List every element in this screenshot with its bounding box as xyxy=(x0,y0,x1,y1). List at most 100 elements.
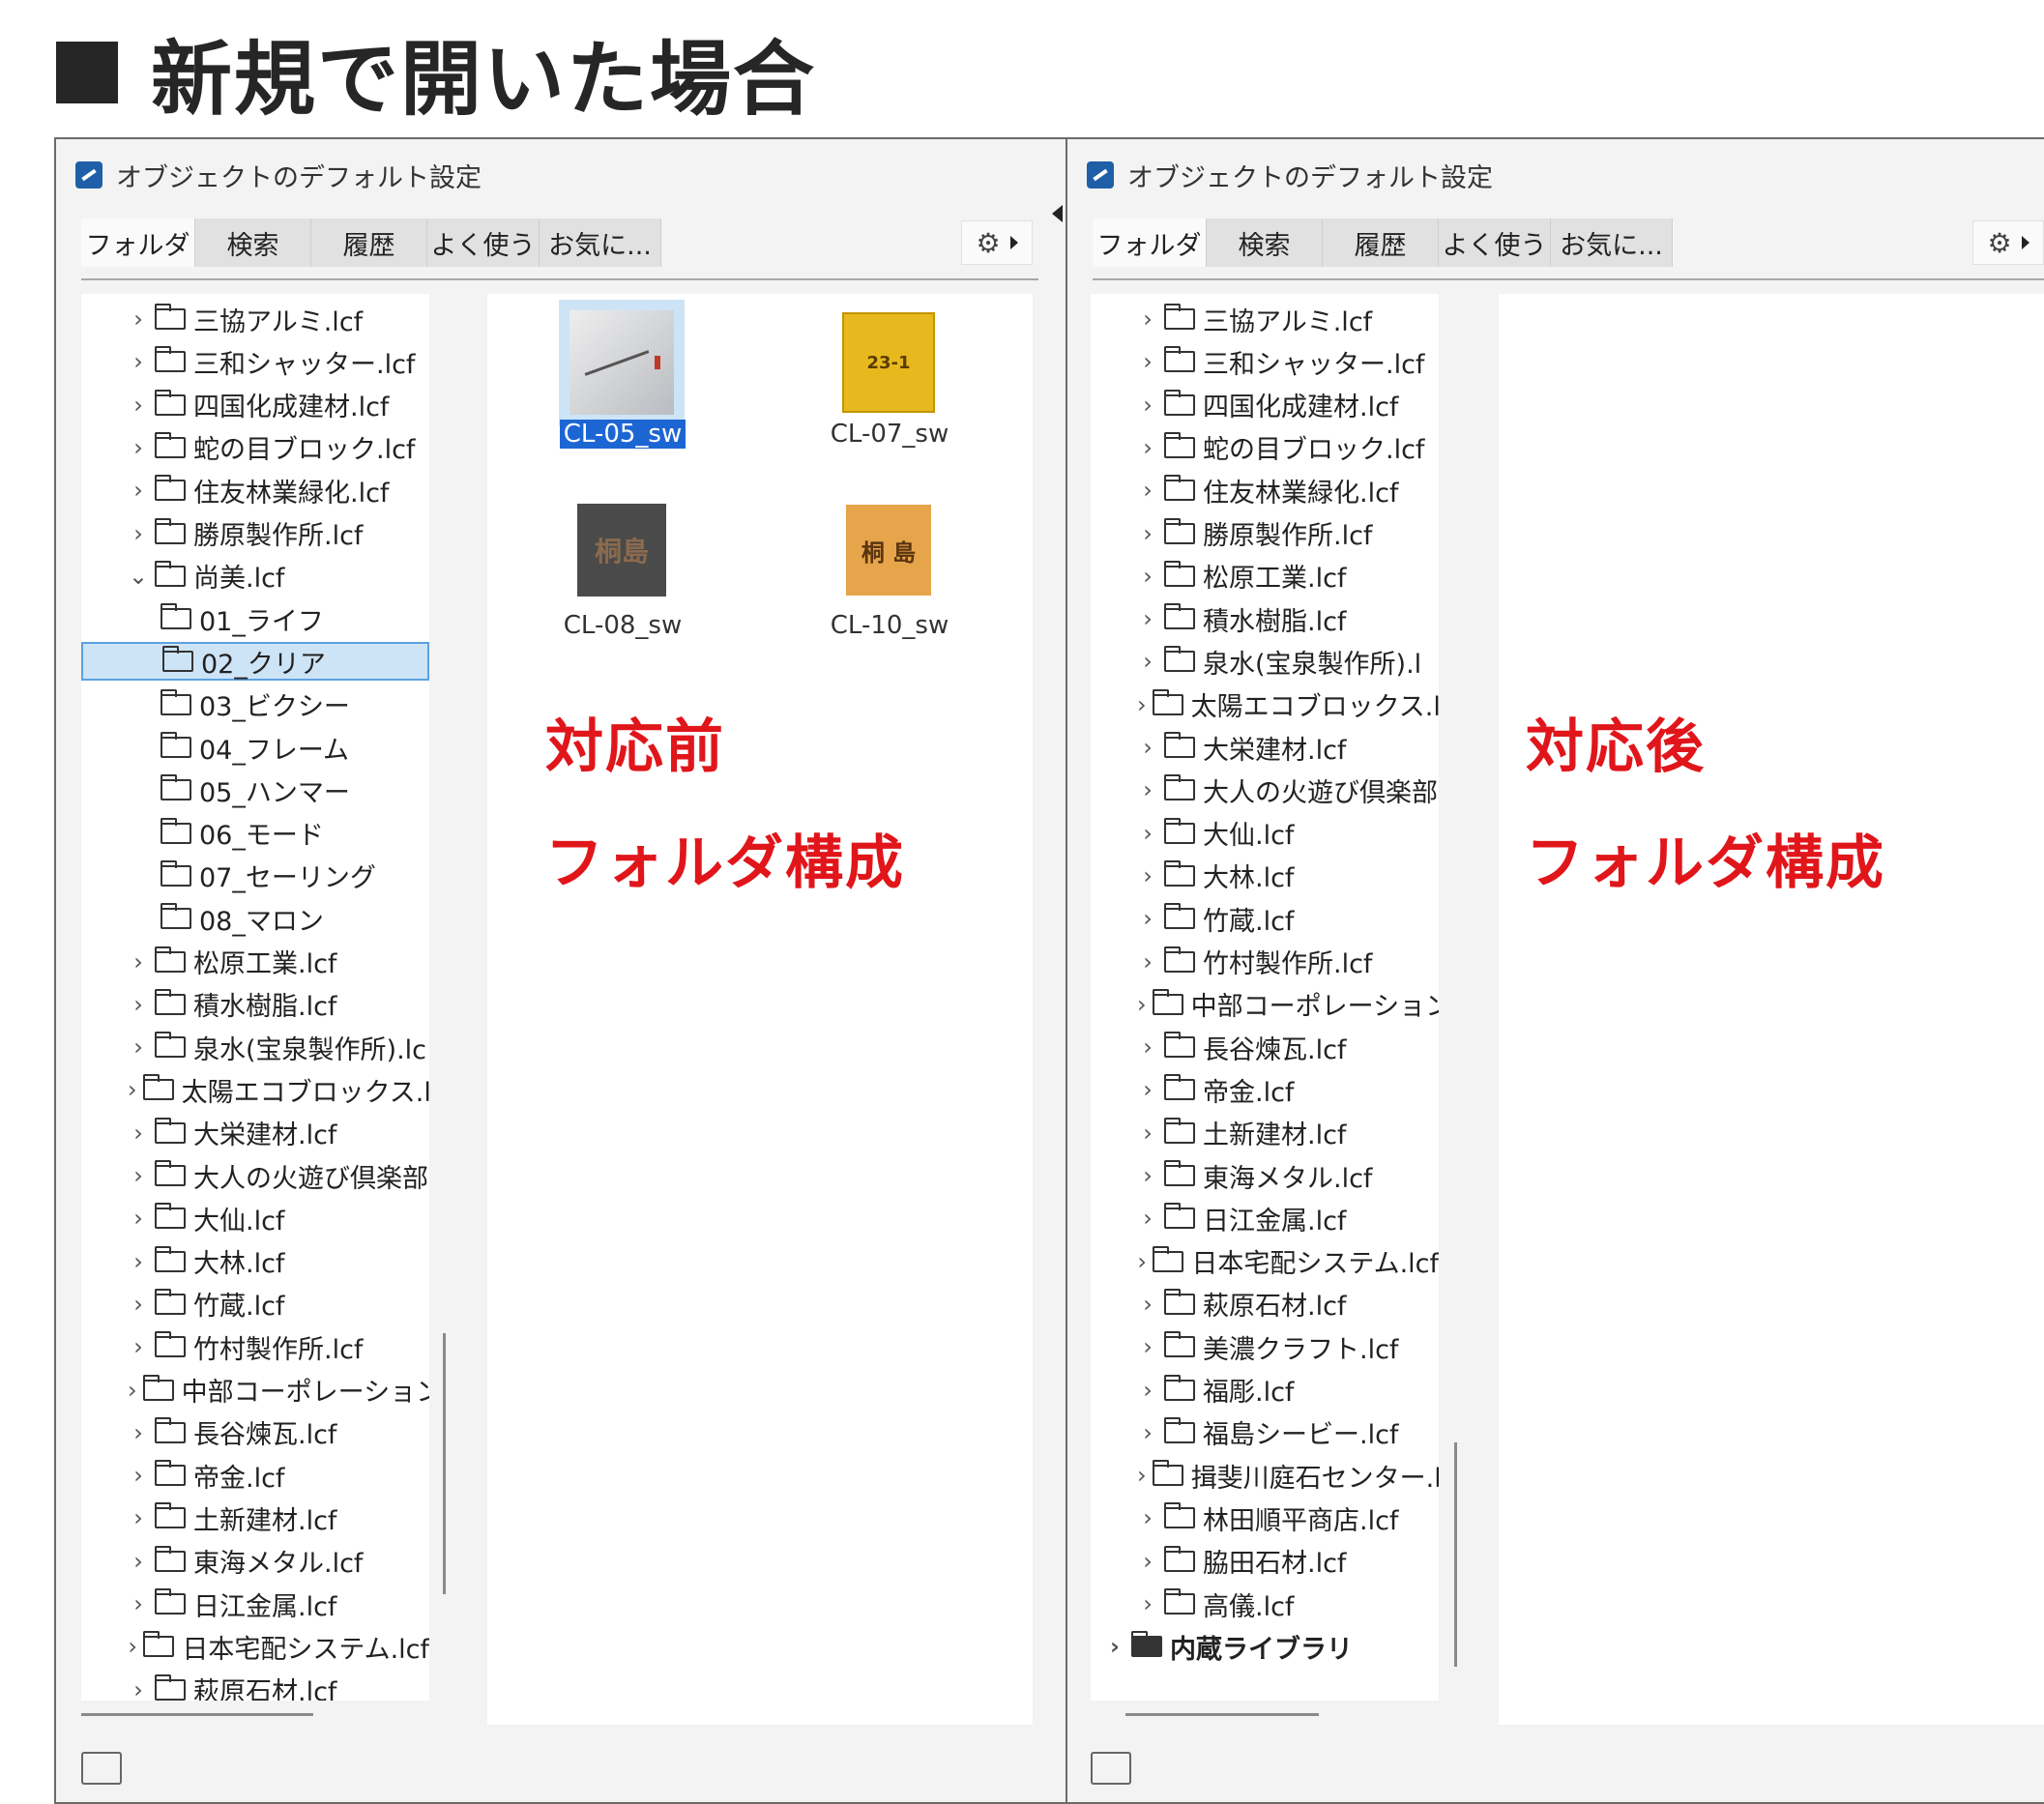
chevron-right-icon[interactable]: › xyxy=(1137,1162,1158,1189)
thumbnail-label[interactable]: CL-07_sw xyxy=(793,420,986,449)
tree-item[interactable]: › 太陽エコブロックス.lcf xyxy=(1091,685,1439,724)
chevron-right-icon[interactable]: › xyxy=(128,348,149,375)
tree-item[interactable]: › 日江金属.lcf xyxy=(1091,1199,1439,1237)
chevron-right-icon[interactable]: › xyxy=(1104,1633,1125,1660)
tree-item[interactable]: › 勝原製作所.lcf xyxy=(81,514,429,553)
chevron-right-icon[interactable]: › xyxy=(128,477,149,504)
thumbnail-label[interactable]: CL-08_sw xyxy=(526,611,719,640)
chevron-right-icon[interactable]: › xyxy=(1137,520,1158,547)
chevron-right-icon[interactable]: › xyxy=(128,1676,149,1701)
chevron-right-icon[interactable]: › xyxy=(1137,563,1158,590)
chevron-right-icon[interactable]: › xyxy=(128,1248,149,1275)
tree-item[interactable]: › 太陽エコブロックス.lcf xyxy=(81,1070,429,1109)
chevron-right-icon[interactable]: › xyxy=(128,948,149,975)
tree-item[interactable]: › 大栄建材.lcf xyxy=(81,1114,429,1152)
chevron-right-icon[interactable]: › xyxy=(1137,1291,1158,1318)
chevron-right-icon[interactable]: › xyxy=(1137,948,1158,975)
tree-item[interactable]: ⌄ 尚美.lcf xyxy=(81,557,429,596)
tree-item[interactable]: › 大人の火遊び倶楽部 xyxy=(81,1156,429,1195)
chevron-right-icon[interactable]: › xyxy=(128,1205,149,1232)
chevron-right-icon[interactable]: › xyxy=(128,434,149,461)
chevron-right-icon[interactable]: › xyxy=(1137,776,1158,803)
tab-favorites[interactable]: お気に... xyxy=(540,218,661,267)
tree-item[interactable]: 01_ライフ xyxy=(81,599,429,638)
tab-folder[interactable]: フォルダ xyxy=(1093,218,1207,267)
chevron-right-icon[interactable]: › xyxy=(1137,605,1158,632)
tree-item[interactable]: › 松原工業.lcf xyxy=(81,943,429,981)
left-tree-hscrollbar[interactable] xyxy=(81,1713,313,1716)
tree-item[interactable]: › 松原工業.lcf xyxy=(1091,557,1439,596)
chevron-right-icon[interactable]: › xyxy=(128,1462,149,1489)
chevron-right-icon[interactable]: › xyxy=(1137,306,1158,333)
chevron-right-icon[interactable]: › xyxy=(1137,1076,1158,1103)
right-folder-tree[interactable]: › 三協アルミ.lcf › 三和シャッター.lcf › 四国化成建材.lcf › 蛇の目ブロッ… xyxy=(1091,294,1439,1701)
chevron-right-icon[interactable]: › xyxy=(128,520,149,547)
chevron-right-icon[interactable]: › xyxy=(128,1120,149,1147)
chevron-right-icon[interactable]: › xyxy=(1137,1590,1158,1617)
tree-item[interactable]: › 竹蔵.lcf xyxy=(1091,899,1439,938)
tree-item[interactable]: › 勝原製作所.lcf xyxy=(1091,514,1439,553)
tree-item[interactable]: › 美濃クラフト.lcf xyxy=(1091,1327,1439,1366)
tree-item[interactable]: › 大仙.lcf xyxy=(81,1199,429,1237)
tree-item[interactable]: 06_モード xyxy=(81,814,429,853)
left-tree-vscrollbar[interactable] xyxy=(443,1333,446,1594)
tree-item[interactable]: › 長谷煉瓦.lcf xyxy=(1091,1028,1439,1066)
tree-item[interactable]: › 竹村製作所.lcf xyxy=(81,1327,429,1366)
tab-favorites[interactable]: お気に... xyxy=(1551,218,1673,267)
right-tree-hscrollbar[interactable] xyxy=(1125,1713,1319,1716)
splitter-arrow-icon[interactable] xyxy=(1052,205,1063,222)
tree-item[interactable]: 05_ハンマー xyxy=(81,771,429,809)
tree-item[interactable]: › 萩原石材.lcf xyxy=(81,1671,429,1701)
left-folder-tree[interactable]: › 三協アルミ.lcf › 三和シャッター.lcf › 四国化成建材.lcf › 蛇の目ブロッ… xyxy=(81,294,429,1701)
tab-history[interactable]: 履歴 xyxy=(1323,218,1439,267)
tree-item[interactable]: › 住友林業緑化.lcf xyxy=(1091,471,1439,509)
thumbnail-label[interactable]: CL-05_sw xyxy=(526,420,719,449)
chevron-down-icon[interactable]: ⌄ xyxy=(128,563,149,590)
chevron-right-icon[interactable]: › xyxy=(1137,434,1158,461)
tab-search[interactable]: 検索 xyxy=(195,218,311,267)
tree-item[interactable]: › 土新建材.lcf xyxy=(1091,1114,1439,1152)
tree-item[interactable]: › 四国化成建材.lcf xyxy=(81,386,429,424)
tree-item[interactable]: › 土新建材.lcf xyxy=(81,1498,429,1537)
chevron-right-icon[interactable]: › xyxy=(1137,1462,1147,1489)
chevron-right-icon[interactable]: › xyxy=(1137,1548,1158,1575)
chevron-right-icon[interactable]: › xyxy=(1137,1504,1158,1531)
tree-item[interactable]: › 福彫.lcf xyxy=(1091,1371,1439,1410)
chevron-right-icon[interactable]: › xyxy=(1137,1033,1158,1061)
tree-item[interactable]: 03_ビクシー xyxy=(81,685,429,724)
tree-item[interactable]: › 蛇の目ブロック.lcf xyxy=(1091,428,1439,467)
thumbnail-cl-10[interactable]: 桐 島 xyxy=(826,487,951,613)
tree-item[interactable]: › 帝金.lcf xyxy=(1091,1070,1439,1109)
thumbnail-cl-05[interactable] xyxy=(559,300,685,425)
chevron-right-icon[interactable]: › xyxy=(1137,905,1158,932)
thumbnail-cl-07[interactable]: 23-1 xyxy=(826,300,951,425)
library-manage-icon[interactable] xyxy=(1091,1752,1131,1785)
chevron-right-icon[interactable]: › xyxy=(128,1590,149,1617)
right-tree-vscrollbar[interactable] xyxy=(1454,1442,1457,1667)
chevron-right-icon[interactable]: › xyxy=(128,1377,137,1404)
chevron-right-icon[interactable]: › xyxy=(128,1633,137,1660)
chevron-right-icon[interactable]: › xyxy=(1137,348,1158,375)
chevron-right-icon[interactable]: › xyxy=(1137,477,1158,504)
tree-item[interactable]: 04_フレーム xyxy=(81,728,429,767)
chevron-right-icon[interactable]: › xyxy=(128,306,149,333)
chevron-right-icon[interactable]: › xyxy=(128,1162,149,1189)
tree-item[interactable]: › 大林.lcf xyxy=(1091,857,1439,895)
chevron-right-icon[interactable]: › xyxy=(1137,648,1158,675)
tree-item[interactable]: › 帝金.lcf xyxy=(81,1456,429,1495)
tree-item[interactable]: › 泉水(宝泉製作所).lc xyxy=(81,1028,429,1066)
chevron-right-icon[interactable]: › xyxy=(1137,1419,1158,1446)
tree-item[interactable]: › 三和シャッター.lcf xyxy=(1091,342,1439,381)
tree-item[interactable]: › 日本宅配システム.lcf xyxy=(1091,1242,1439,1281)
tree-item[interactable]: › 日本宅配システム.lcf xyxy=(81,1627,429,1666)
chevron-right-icon[interactable]: › xyxy=(1137,1248,1147,1275)
tree-item[interactable]: › 大人の火遊び倶楽部 xyxy=(1091,771,1439,809)
chevron-right-icon[interactable]: › xyxy=(128,1291,149,1318)
tree-item[interactable]: › 竹村製作所.lcf xyxy=(1091,943,1439,981)
tree-item[interactable]: › 三和シャッター.lcf xyxy=(81,342,429,381)
tree-item[interactable]: › 大仙.lcf xyxy=(1091,814,1439,853)
chevron-right-icon[interactable]: › xyxy=(128,1033,149,1061)
tree-item[interactable]: › 住友林業緑化.lcf xyxy=(81,471,429,509)
tree-item[interactable]: › 蛇の目ブロック.lcf xyxy=(81,428,429,467)
tree-item[interactable]: › 積水樹脂.lcf xyxy=(1091,599,1439,638)
